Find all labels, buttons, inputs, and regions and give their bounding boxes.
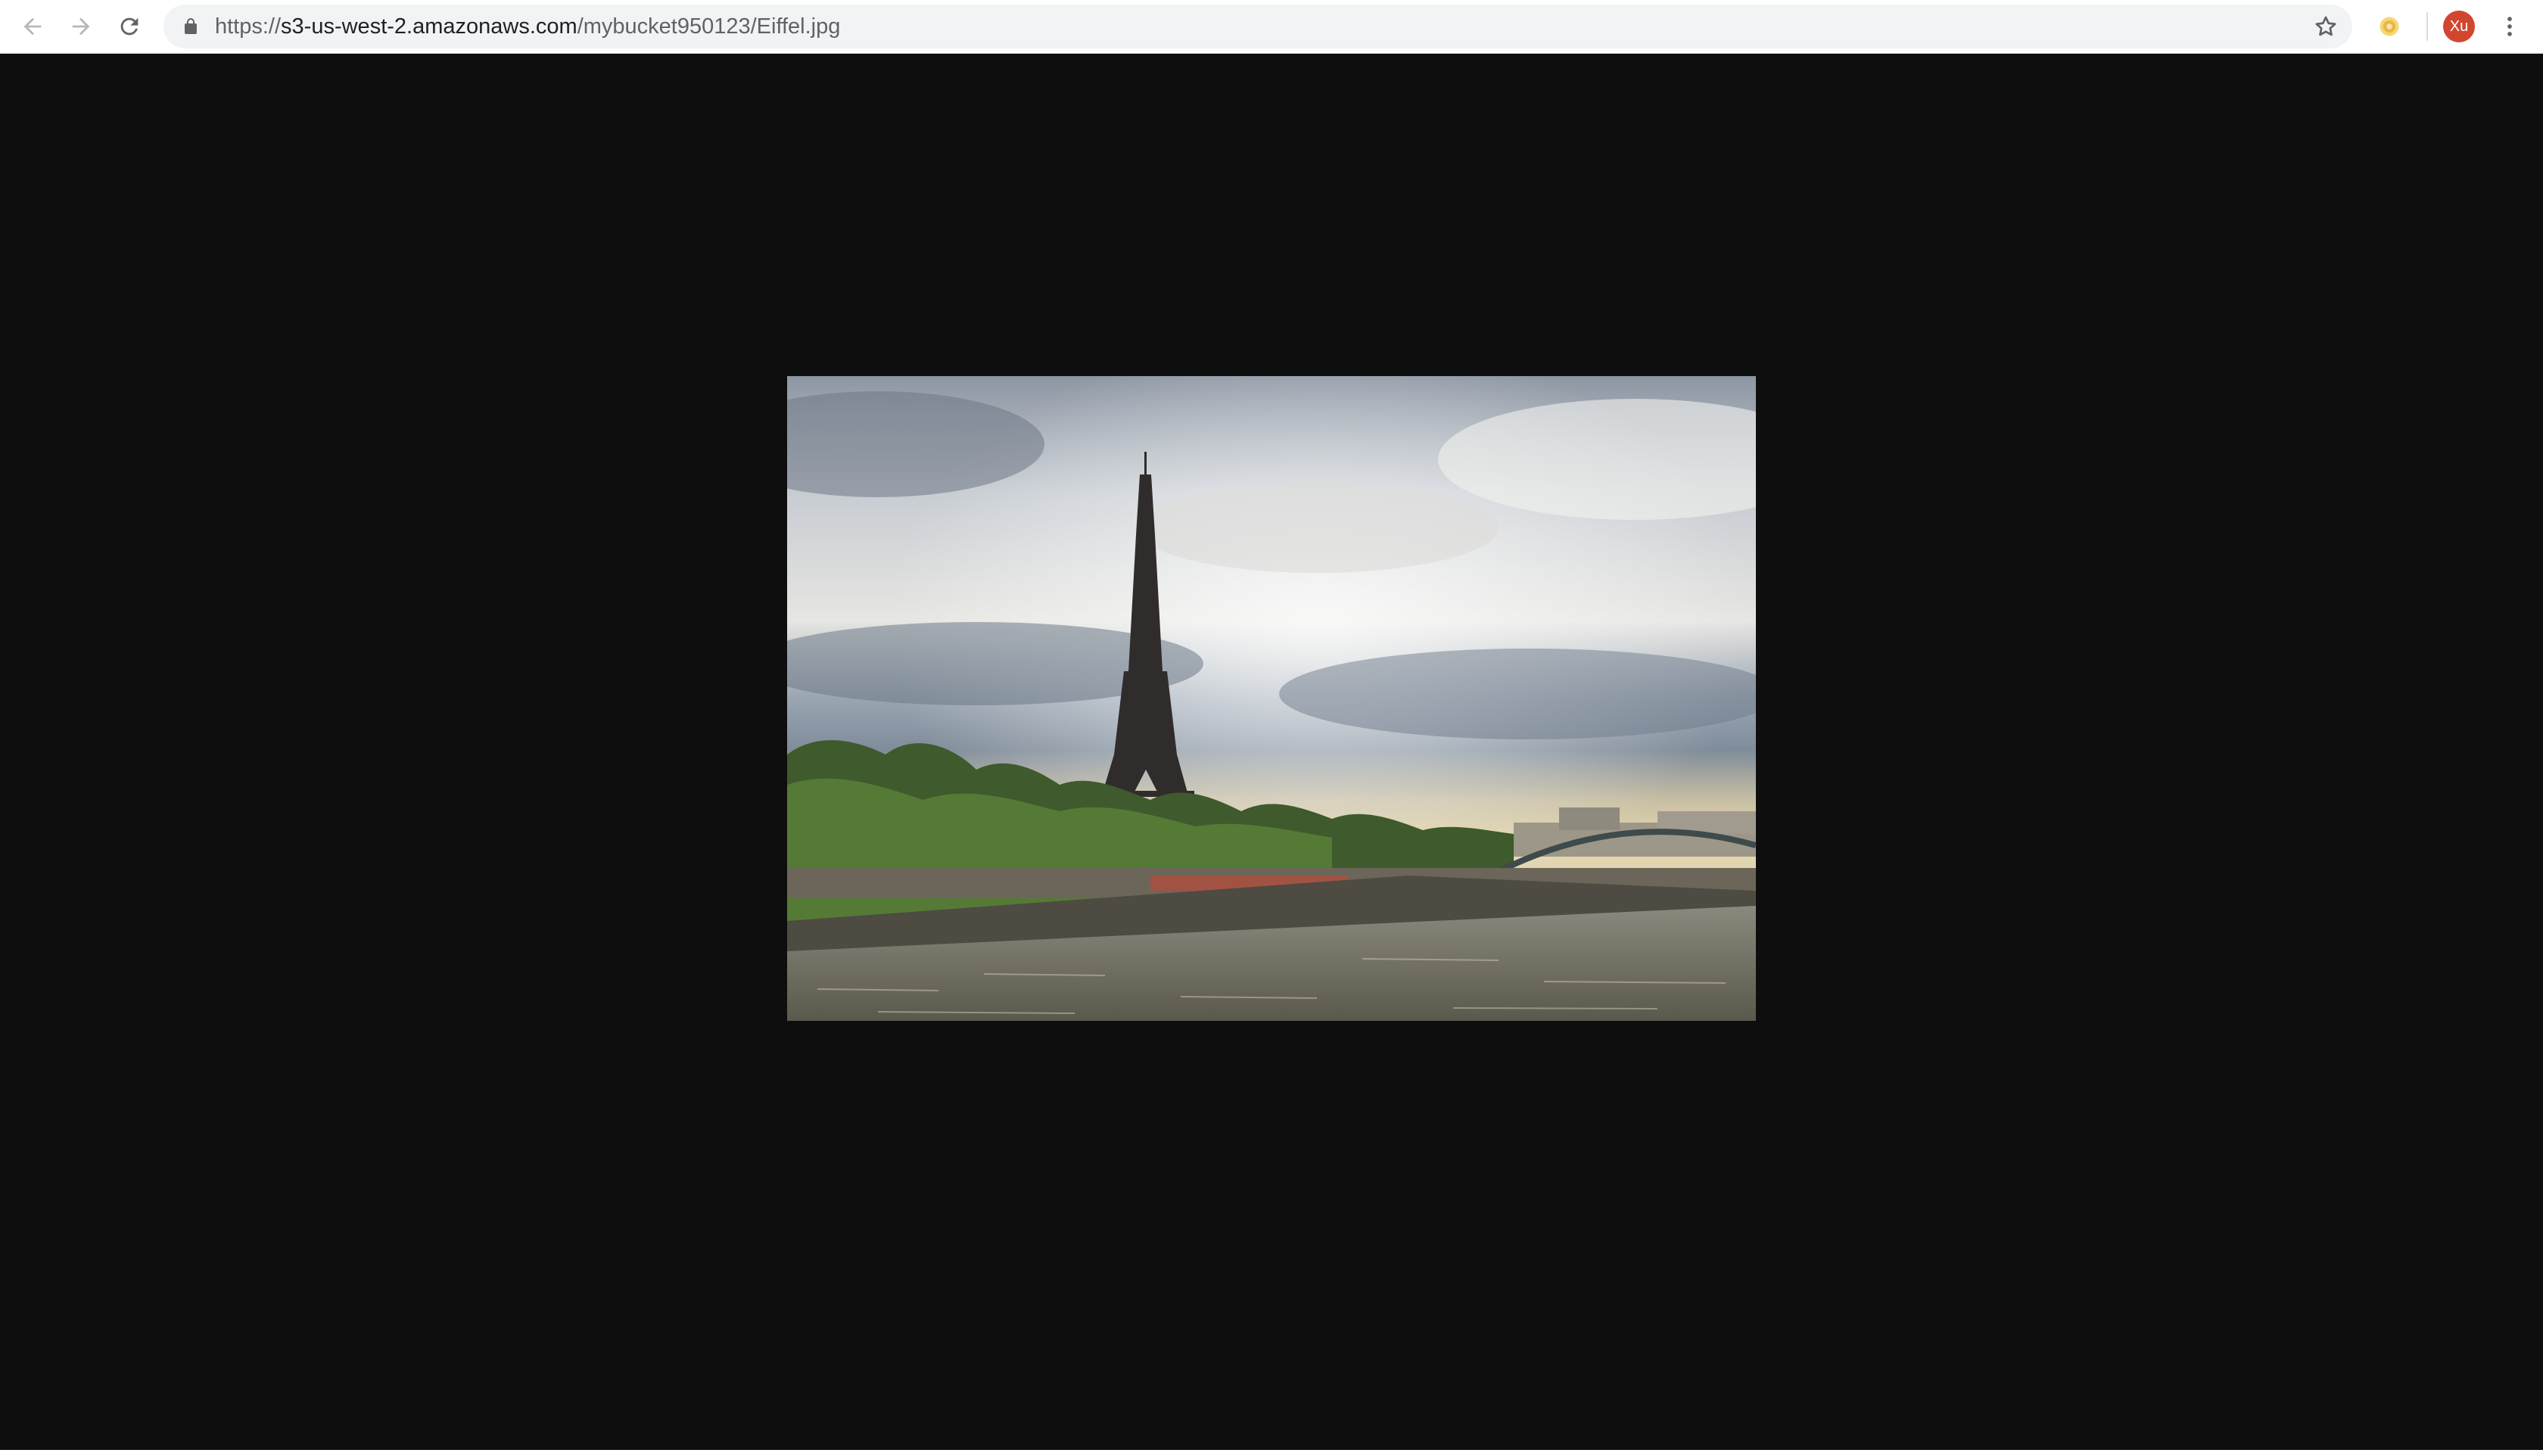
- star-icon: [2315, 16, 2336, 36]
- url-host: s3-us-west-2.amazonaws.com: [281, 14, 577, 39]
- bookmark-button[interactable]: [2307, 8, 2345, 45]
- extension-icon: [2380, 17, 2399, 36]
- extension-button[interactable]: [2373, 11, 2405, 42]
- browser-menu-button[interactable]: [2495, 8, 2525, 45]
- forward-button[interactable]: [62, 8, 100, 45]
- eiffel-tower-photo: [787, 376, 1756, 1021]
- address-bar[interactable]: https://s3-us-west-2.amazonaws.com/mybuc…: [163, 5, 2352, 48]
- url-text[interactable]: https://s3-us-west-2.amazonaws.com/mybuc…: [215, 5, 840, 48]
- back-button[interactable]: [14, 8, 51, 45]
- reload-button[interactable]: [110, 8, 148, 45]
- url-path: /mybucket950123/Eiffel.jpg: [577, 14, 841, 39]
- url-scheme: https://: [215, 14, 282, 39]
- profile-avatar[interactable]: Xu: [2443, 11, 2475, 42]
- toolbar-separator: [2426, 12, 2428, 41]
- kebab-menu-icon: [2507, 17, 2512, 36]
- window-bottom-edge: [0, 1450, 2543, 1456]
- reload-icon: [120, 17, 139, 36]
- browser-toolbar: https://s3-us-west-2.amazonaws.com/mybuc…: [0, 0, 2543, 54]
- lock-icon: [185, 18, 197, 34]
- arrow-left-icon: [23, 17, 42, 36]
- browser-window: https://s3-us-west-2.amazonaws.com/mybuc…: [0, 0, 2543, 1456]
- arrow-right-icon: [72, 17, 90, 36]
